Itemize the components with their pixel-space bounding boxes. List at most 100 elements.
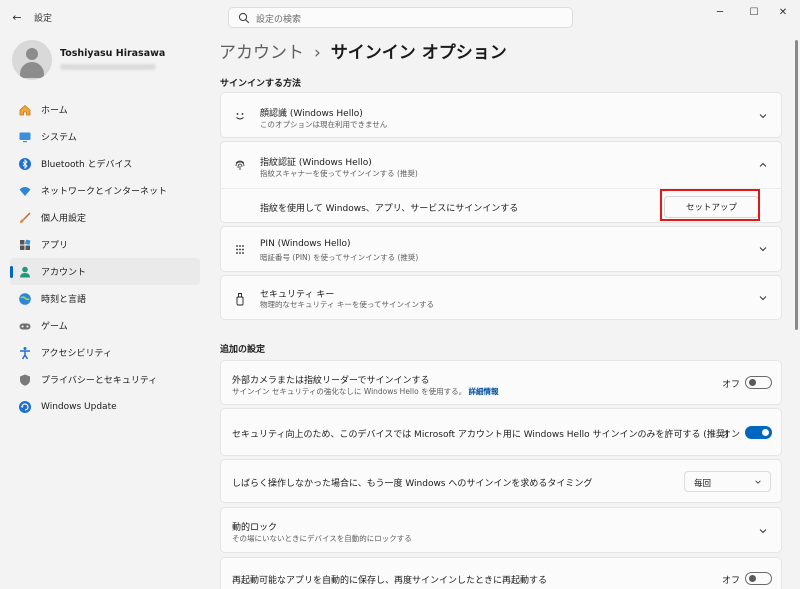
fingerprint-header[interactable]: 指紋認証 (Windows Hello) 指紋スキャナーを使ってサインインする … xyxy=(221,142,781,188)
chevron-down-icon[interactable] xyxy=(758,111,768,121)
search-input[interactable]: 設定の検索 xyxy=(228,7,573,28)
windows-update-icon xyxy=(17,399,33,415)
breadcrumb-accounts[interactable]: アカウント xyxy=(219,43,304,63)
away-timing-card: しばらく操作しなかった場合に、もう一度 Windows へのサインインを求めるタ… xyxy=(220,459,782,503)
hello-only-title: セキュリティ向上のため、このデバイスでは Microsoft アカウント用に W… xyxy=(232,430,729,440)
chevron-down-icon[interactable] xyxy=(758,244,768,254)
pin-card[interactable]: PIN (Windows Hello) 暗証番号 (PIN) を使ってサインイン… xyxy=(220,226,782,272)
sidebar-item-label: Bluetooth とデバイス xyxy=(41,160,133,170)
apps-icon xyxy=(17,237,33,253)
fingerprint-desc: 指紋スキャナーを使ってサインインする (推奨) xyxy=(260,169,418,178)
back-button[interactable]: ← xyxy=(8,8,26,26)
sidebar-item-label: ネットワークとインターネット xyxy=(41,187,168,197)
dropdown-value: 毎回 xyxy=(694,479,712,489)
sidebar-item-accessibility[interactable]: アクセシビリティ xyxy=(10,339,200,366)
toggle-state-label: オフ xyxy=(722,380,741,390)
bluetooth-icon xyxy=(17,156,33,172)
sidebar-item-label: アカウント xyxy=(41,268,87,278)
highlight-box xyxy=(660,189,760,221)
face-recognition-title: 顔認識 (Windows Hello) xyxy=(260,109,363,119)
sidebar-item-gaming[interactable]: ゲーム xyxy=(10,312,200,339)
fingerprint-title: 指紋認証 (Windows Hello) xyxy=(260,158,372,168)
app-title: 設定 xyxy=(34,14,53,24)
sidebar-item-personalization[interactable]: 個人用設定 xyxy=(10,204,200,231)
search-icon xyxy=(238,12,250,24)
hello-only-card: セキュリティ向上のため、このデバイスでは Microsoft アカウント用に W… xyxy=(220,408,782,456)
security-key-desc: 物理的なセキュリティ キーを使ってサインインする xyxy=(260,300,435,309)
away-timing-title: しばらく操作しなかった場合に、もう一度 Windows へのサインインを求めるタ… xyxy=(232,479,593,489)
dynamic-lock-desc: その場にいないときにデバイスを自動的にロックする xyxy=(232,534,412,543)
pin-desc: 暗証番号 (PIN) を使ってサインインする (推奨) xyxy=(260,253,419,262)
search-placeholder: 設定の検索 xyxy=(256,15,302,25)
sidebar-item-windows-update[interactable]: Windows Update xyxy=(10,393,200,420)
breadcrumb-separator: › xyxy=(314,43,321,63)
network-icon xyxy=(17,183,33,199)
user-name: Toshiyasu Hirasawa xyxy=(60,48,166,59)
learn-more-link[interactable]: 詳細情報 xyxy=(468,387,498,396)
toggle-state-label: オン xyxy=(722,430,741,440)
scrollbar[interactable] xyxy=(795,40,798,330)
dynamic-lock-card[interactable]: 動的ロック その場にいないときにデバイスを自動的にロックする xyxy=(220,507,782,553)
chevron-up-icon[interactable] xyxy=(758,160,768,170)
sidebar-item-system[interactable]: システム xyxy=(10,123,200,150)
sidebar-item-label: システム xyxy=(41,133,77,143)
page-title: アカウント › サインイン オプション xyxy=(219,38,507,63)
personalization-icon xyxy=(17,210,33,226)
sidebar-item-label: プライバシーとセキュリティ xyxy=(41,376,158,386)
sidebar-nav: ホーム システム Bluetooth とデバイス ネットワークとインターネット … xyxy=(10,96,200,420)
hello-only-toggle[interactable] xyxy=(745,426,772,439)
sidebar-item-privacy[interactable]: プライバシーとセキュリティ xyxy=(10,366,200,393)
user-profile[interactable]: Toshiyasu Hirasawa xyxy=(12,40,202,80)
home-icon xyxy=(17,102,33,118)
close-button[interactable]: ✕ xyxy=(766,0,800,24)
avatar xyxy=(12,40,52,80)
user-email-blurred xyxy=(60,64,156,70)
chevron-down-icon[interactable] xyxy=(758,526,768,536)
sidebar-item-apps[interactable]: アプリ xyxy=(10,231,200,258)
fingerprint-detail-text: 指紋を使用して Windows、アプリ、サービスにサインインする xyxy=(260,204,519,214)
accessibility-icon xyxy=(17,345,33,361)
sidebar-item-bluetooth[interactable]: Bluetooth とデバイス xyxy=(10,150,200,177)
restart-apps-toggle[interactable] xyxy=(745,572,772,585)
external-camera-title: 外部カメラまたは指紋リーダーでサインインする xyxy=(232,376,430,386)
sidebar-item-accounts[interactable]: アカウント xyxy=(10,258,200,285)
external-camera-card: 外部カメラまたは指紋リーダーでサインインする サインイン セキュリティの強化なし… xyxy=(220,360,782,405)
sidebar-item-home[interactable]: ホーム xyxy=(10,96,200,123)
sidebar-item-label: アクセシビリティ xyxy=(41,349,113,359)
face-recognition-card[interactable]: 顔認識 (Windows Hello) このオプションは現在利用できません xyxy=(220,92,782,138)
sidebar-item-label: 時刻と言語 xyxy=(41,295,87,305)
sidebar-item-time-language[interactable]: 時刻と言語 xyxy=(10,285,200,312)
chevron-down-icon xyxy=(755,480,761,484)
sidebar-item-label: 個人用設定 xyxy=(41,214,87,224)
face-icon xyxy=(232,108,248,124)
security-key-card[interactable]: セキュリティ キー 物理的なセキュリティ キーを使ってサインインする xyxy=(220,275,782,320)
face-recognition-desc: このオプションは現在利用できません xyxy=(260,120,388,129)
restart-apps-title: 再起動可能なアプリを自動的に保存し、再度サインインしたときに再起動する xyxy=(232,576,548,586)
chevron-down-icon[interactable] xyxy=(758,293,768,303)
sidebar-item-label: ゲーム xyxy=(41,322,68,332)
sidebar-item-label: アプリ xyxy=(41,241,69,251)
section-title-additional-settings: 追加の設定 xyxy=(220,345,266,355)
gaming-icon xyxy=(17,318,33,334)
section-title-signin-methods: サインインする方法 xyxy=(220,79,302,89)
sidebar-item-label: ホーム xyxy=(41,106,68,116)
sidebar-item-network[interactable]: ネットワークとインターネット xyxy=(10,177,200,204)
breadcrumb-current: サインイン オプション xyxy=(330,43,507,63)
system-icon xyxy=(17,129,33,145)
account-icon xyxy=(17,264,33,280)
dynamic-lock-title: 動的ロック xyxy=(232,523,278,533)
minimize-button[interactable]: ─ xyxy=(703,0,737,24)
pin-keypad-icon xyxy=(232,242,248,258)
external-camera-desc: サインイン セキュリティの強化なしに Windows Hello を使用する。 … xyxy=(232,387,499,396)
sidebar-item-label: Windows Update xyxy=(41,401,117,412)
toggle-state-label: オフ xyxy=(722,576,741,586)
pin-title: PIN (Windows Hello) xyxy=(260,239,351,249)
privacy-shield-icon xyxy=(17,372,33,388)
external-camera-toggle[interactable] xyxy=(745,376,772,389)
away-timing-dropdown[interactable]: 毎回 xyxy=(684,471,771,492)
time-language-icon xyxy=(17,291,33,307)
title-bar: ← 設定 設定の検索 ─ ☐ ✕ xyxy=(0,0,800,34)
usb-key-icon xyxy=(232,291,248,307)
fingerprint-icon xyxy=(232,157,248,173)
restart-apps-card: 再起動可能なアプリを自動的に保存し、再度サインインしたときに再起動する オフ xyxy=(220,557,782,589)
